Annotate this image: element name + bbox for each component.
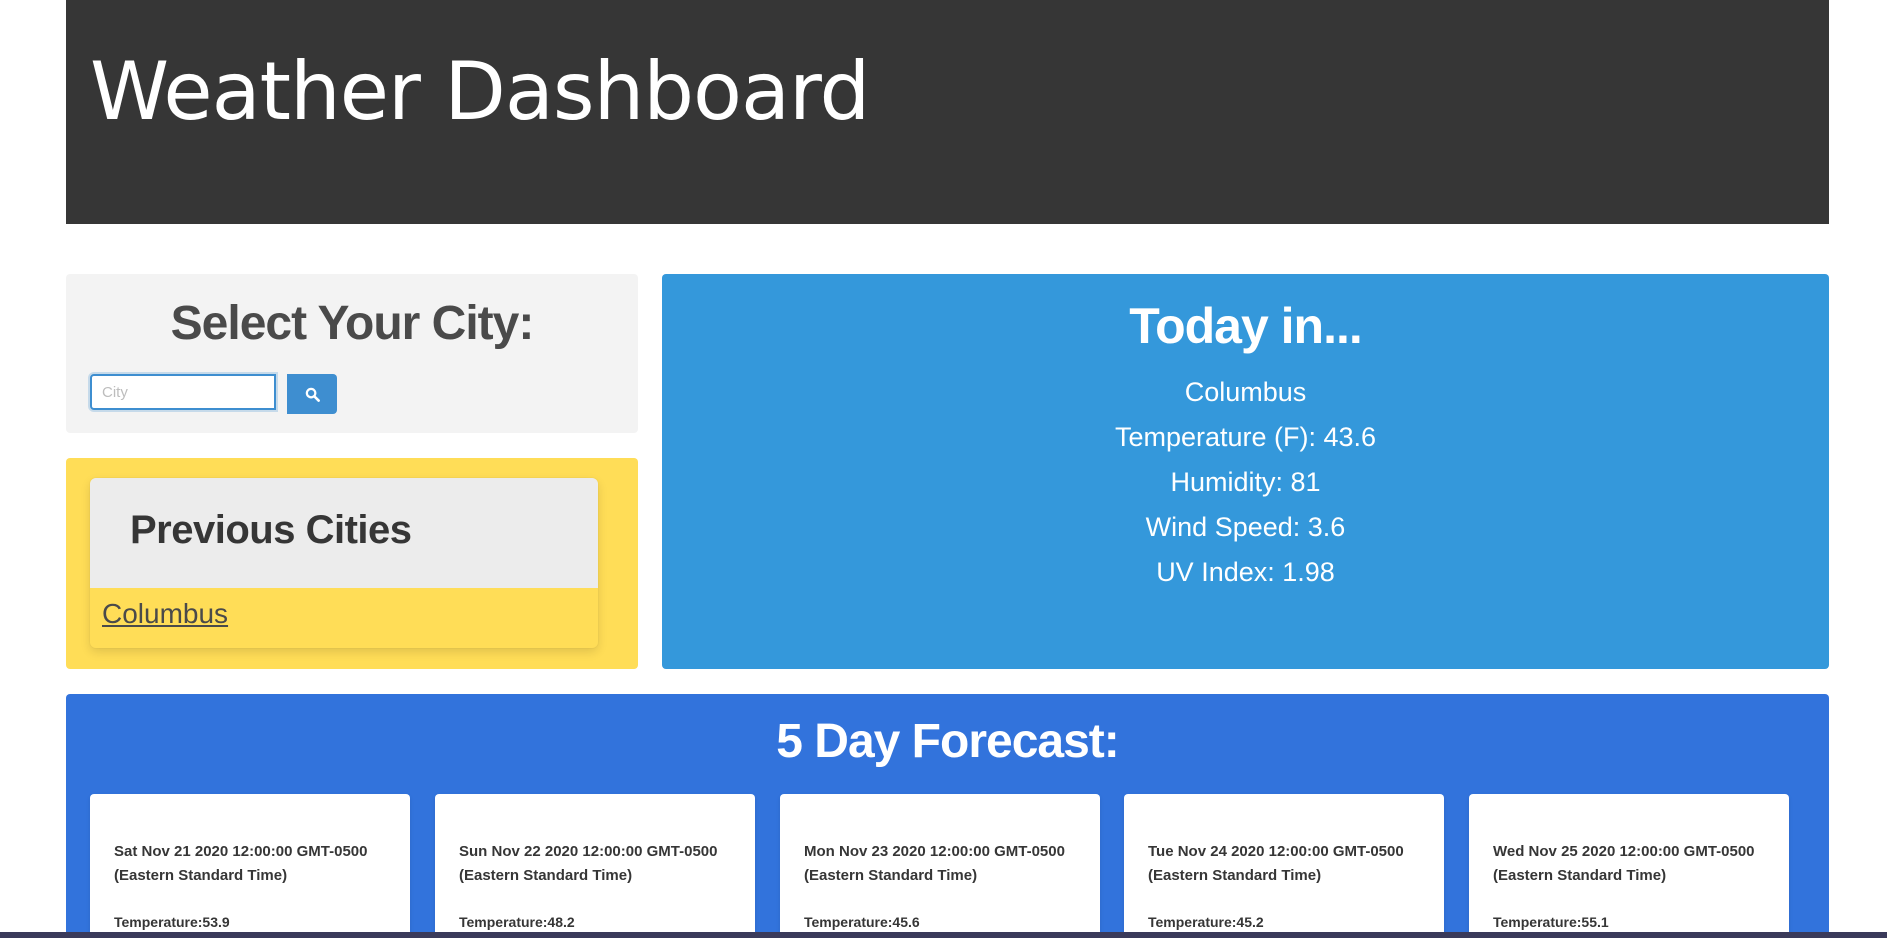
header-hero: Weather Dashboard (66, 0, 1829, 224)
forecast-temperature: Temperature:45.2 (1148, 914, 1264, 930)
forecast-title: 5 Day Forecast: (776, 715, 1120, 768)
page-title: Weather Dashboard (90, 45, 870, 138)
previous-cities-header: Previous Cities (90, 478, 598, 588)
today-title: Today in... (1129, 298, 1363, 354)
forecast-card-day-3: Mon Nov 23 2020 12:00:00 GMT-0500 (Easte… (780, 794, 1100, 938)
today-humidity: Humidity: 81 (1170, 467, 1321, 497)
taskbar-edge (0, 932, 1887, 938)
previous-cities-title: Previous Cities (130, 508, 412, 552)
forecast-date: Sun Nov 22 2020 12:00:00 GMT-0500 (Easte… (459, 843, 718, 884)
forecast-date: Tue Nov 24 2020 12:00:00 GMT-0500 (Easte… (1148, 843, 1404, 884)
today-uv-index: UV Index: 1.98 (1156, 557, 1335, 587)
forecast-temperature: Temperature:53.9 (114, 914, 230, 930)
forecast-date: Wed Nov 25 2020 12:00:00 GMT-0500 (Easte… (1493, 843, 1755, 884)
forecast-date: Sat Nov 21 2020 12:00:00 GMT-0500 (Easte… (114, 843, 368, 884)
city-search-input[interactable] (90, 374, 276, 410)
forecast-card-day-5: Wed Nov 25 2020 12:00:00 GMT-0500 (Easte… (1469, 794, 1789, 938)
today-details: Columbus Temperature (F): 43.6 Humidity:… (662, 370, 1829, 595)
forecast-temperature: Temperature:45.6 (804, 914, 920, 930)
today-temperature: Temperature (F): 43.6 (1114, 422, 1377, 452)
city-search-panel: Select Your City: (66, 274, 638, 433)
forecast-card-day-2: Sun Nov 22 2020 12:00:00 GMT-0500 (Easte… (435, 794, 755, 938)
previous-cities-card: Previous Cities Columbus (90, 478, 598, 648)
forecast-card-day-1: Sat Nov 21 2020 12:00:00 GMT-0500 (Easte… (90, 794, 410, 938)
search-icon (305, 387, 320, 402)
search-title: Select Your City: (170, 297, 535, 350)
forecast-card-day-4: Tue Nov 24 2020 12:00:00 GMT-0500 (Easte… (1124, 794, 1444, 938)
forecast-temperature: Temperature:55.1 (1493, 914, 1609, 930)
today-wind-speed: Wind Speed: 3.6 (1145, 512, 1346, 542)
search-button[interactable] (287, 374, 337, 414)
previous-cities-panel: Previous Cities Columbus (66, 458, 638, 669)
forecast-date: Mon Nov 23 2020 12:00:00 GMT-0500 (Easte… (804, 843, 1065, 884)
forecast-temperature: Temperature:48.2 (459, 914, 575, 930)
today-weather-panel: Today in... Columbus Temperature (F): 43… (662, 274, 1829, 669)
page: Weather Dashboard Select Your City: Prev… (0, 0, 1887, 938)
today-city: Columbus (1184, 377, 1307, 407)
previous-city-link[interactable]: Columbus (102, 598, 228, 630)
forecast-panel: 5 Day Forecast: Sat Nov 21 2020 12:00:00… (66, 694, 1829, 938)
